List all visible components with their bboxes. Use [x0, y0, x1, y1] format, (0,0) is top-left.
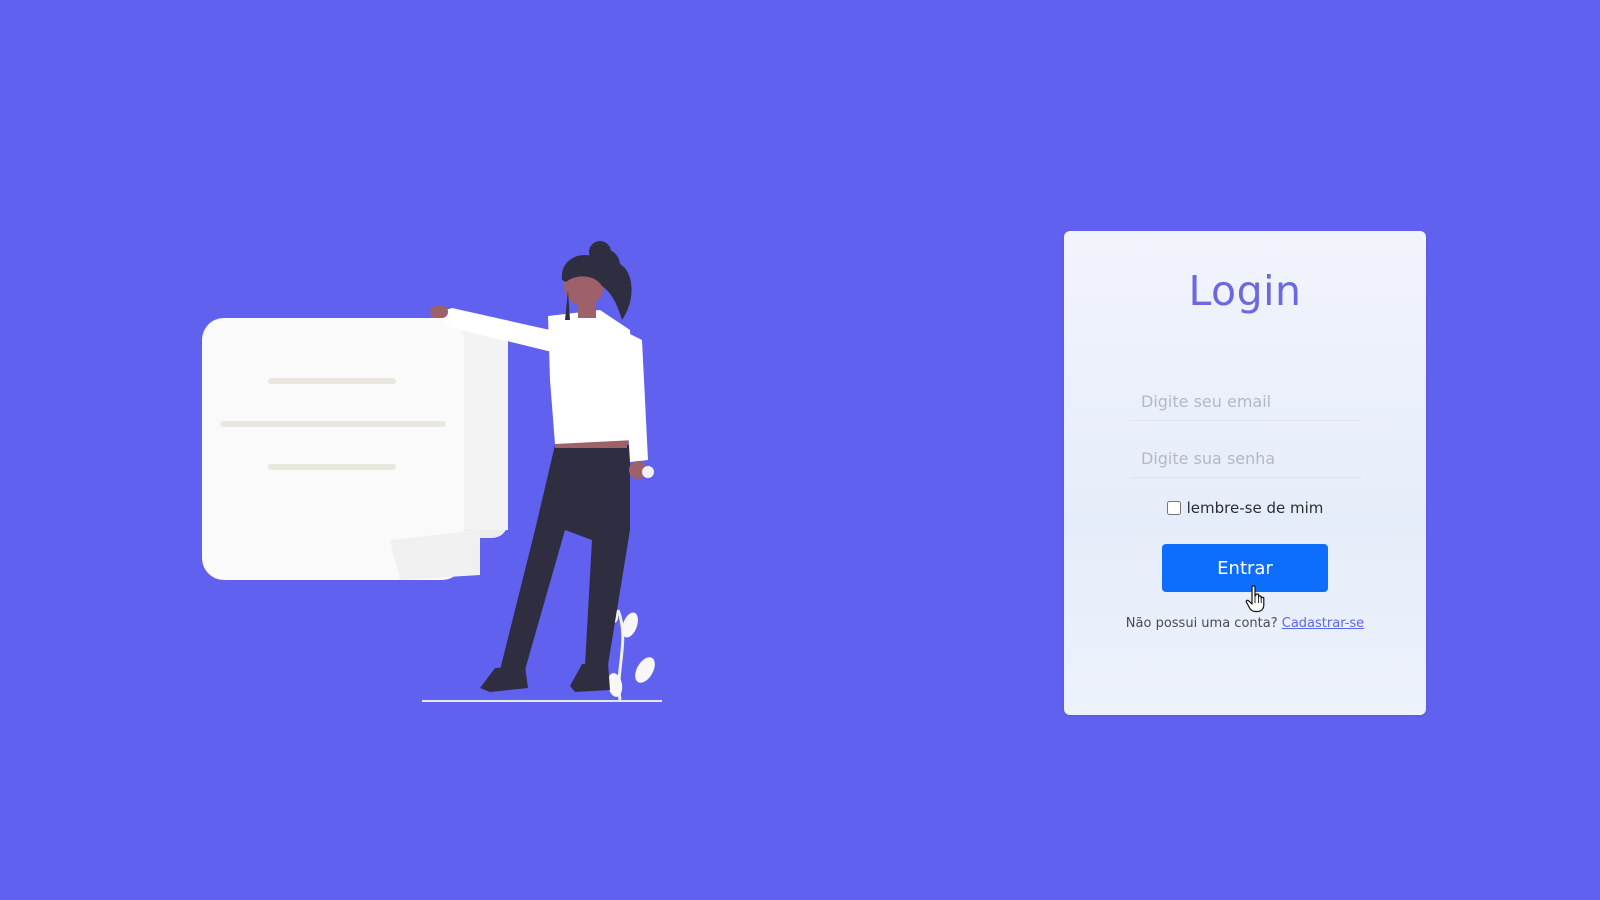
person-pants: [500, 445, 630, 670]
hand-pointer-cursor-icon: [1245, 585, 1265, 613]
person-with-document-illustration: [202, 241, 662, 702]
login-title: Login: [1188, 267, 1302, 315]
person-hand-left: [430, 306, 448, 318]
remember-me-row[interactable]: lembre-se de mim: [1064, 499, 1426, 517]
person-torso: [548, 310, 635, 444]
person-shoe-right: [570, 663, 610, 692]
login-card: Login lembre-se de mim Entrar Não possui…: [1064, 231, 1426, 715]
signup-link[interactable]: Cadastrar-se: [1282, 616, 1364, 631]
document-line: [268, 464, 396, 470]
ground-line: [422, 700, 662, 702]
login-illustration: [190, 230, 670, 710]
password-input[interactable]: [1129, 440, 1361, 478]
held-object: [642, 466, 654, 478]
remember-me-checkbox[interactable]: [1166, 501, 1181, 515]
document-line: [220, 421, 446, 427]
person-hair-bun: [589, 241, 611, 263]
document-line: [268, 378, 396, 384]
person-shoe-left: [480, 666, 528, 692]
signup-row: Não possui uma conta? Cadastrar-se: [1064, 616, 1426, 631]
document-side-panel: [460, 320, 508, 530]
email-input[interactable]: [1129, 383, 1361, 421]
remember-me-label: lembre-se de mim: [1186, 499, 1324, 517]
signup-prompt: Não possui uma conta?: [1125, 616, 1278, 631]
